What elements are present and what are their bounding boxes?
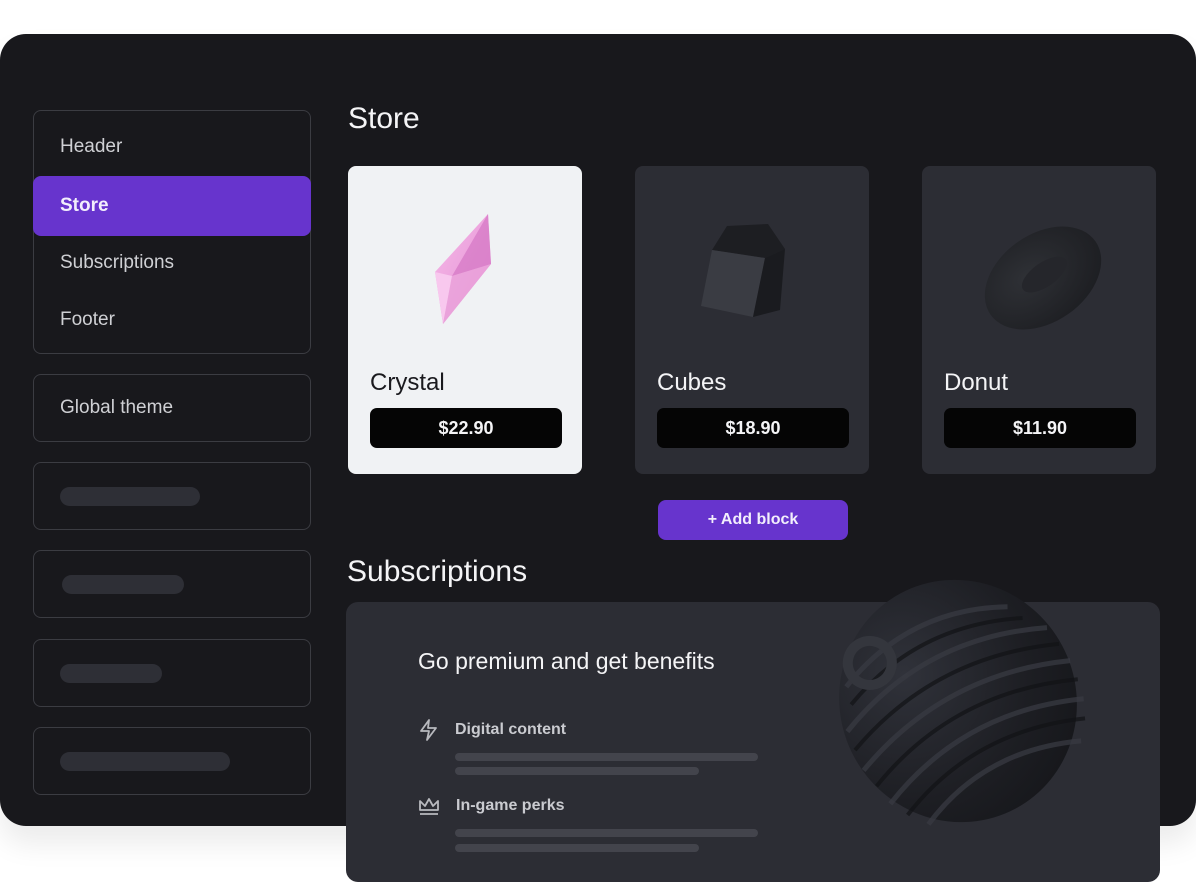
product-card-donut[interactable]: Donut $11.90	[922, 166, 1156, 474]
donut-image	[984, 226, 1102, 330]
product-name: Cubes	[657, 369, 727, 396]
product-name: Crystal	[370, 369, 445, 396]
product-card-crystal[interactable]: Crystal $22.90	[348, 166, 582, 474]
global-theme-button[interactable]: Global theme	[33, 374, 311, 442]
nav-item-label: Footer	[60, 309, 115, 330]
store-title: Store	[348, 102, 420, 135]
placeholder-item[interactable]	[33, 639, 311, 707]
cube-image	[701, 224, 785, 317]
placeholder-item[interactable]	[33, 550, 311, 618]
spiral-sphere-image	[839, 579, 1086, 826]
benefit-item: Digital content	[418, 718, 566, 742]
skeleton-line	[455, 844, 699, 852]
nav-item-header[interactable]: Header	[33, 117, 311, 177]
skeleton-line	[455, 829, 758, 837]
nav-item-label: Header	[60, 136, 123, 157]
add-block-button[interactable]: + Add block	[658, 500, 848, 540]
benefit-item: In-game perks	[418, 795, 564, 817]
benefit-label: Digital content	[455, 721, 567, 738]
skeleton-line	[455, 767, 699, 775]
benefit-label: In-game perks	[456, 797, 565, 814]
price-button[interactable]: $11.90	[944, 408, 1136, 448]
nav-item-label: Subscriptions	[60, 252, 175, 273]
product-card-cubes[interactable]: Cubes $18.90	[635, 166, 869, 474]
section-nav: Header Store Subscriptions Footer	[33, 110, 311, 354]
subscription-card-title: Go premium and get benefits	[418, 648, 715, 674]
skeleton-bar	[62, 574, 184, 594]
crystal-image	[435, 214, 491, 324]
skeleton-bar	[60, 663, 162, 683]
skeleton-bar	[60, 751, 230, 771]
skeleton-bar	[60, 486, 200, 506]
product-name: Donut	[944, 369, 1009, 396]
price-button[interactable]: $18.90	[657, 408, 849, 448]
global-theme-label: Global theme	[60, 397, 174, 418]
nav-item-subscriptions[interactable]: Subscriptions	[33, 233, 311, 293]
price-button[interactable]: $22.90	[370, 408, 562, 448]
lightning-icon	[420, 719, 437, 741]
nav-item-label: Store	[60, 195, 109, 216]
nav-item-footer[interactable]: Footer	[33, 290, 311, 350]
nav-item-store[interactable]: Store	[33, 176, 311, 236]
crown-icon	[419, 798, 439, 815]
skeleton-line	[455, 753, 758, 761]
placeholder-item[interactable]	[33, 462, 311, 530]
placeholder-item[interactable]	[33, 727, 311, 795]
subscriptions-title: Subscriptions	[347, 555, 528, 588]
